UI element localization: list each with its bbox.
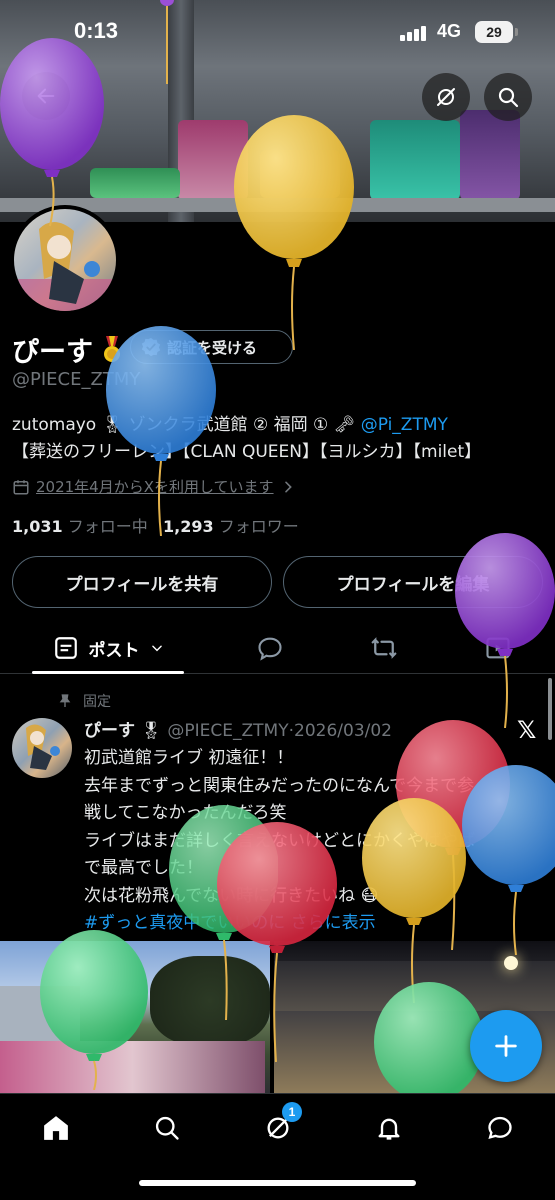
joined-text: 2021年4月からXを利用しています	[36, 478, 274, 496]
home-indicator	[139, 1180, 416, 1186]
photo-truck	[0, 1041, 265, 1093]
search-button[interactable]	[484, 73, 532, 121]
banner-figure	[90, 168, 180, 198]
pinned-indicator: 固定	[57, 691, 111, 711]
post-line: 去年までずっと関東住みだったのになんで今まで参	[84, 775, 475, 796]
post-author-name[interactable]: ぴーす	[84, 721, 135, 741]
battery-cap	[515, 28, 518, 36]
bell-icon	[378, 1118, 400, 1140]
post-line: で最高でした！	[84, 858, 203, 878]
follow-stats: 1,031 フォロー中 1,293 フォロワー	[12, 513, 299, 537]
profile-avatar[interactable]	[10, 205, 120, 315]
reply-icon	[258, 637, 282, 661]
profile-handle: @PIECE_ZTMY	[12, 369, 141, 390]
tab-posts[interactable]: ポスト	[32, 622, 184, 674]
status-bar: 0:13 4G 29	[0, 0, 555, 66]
followers-count: 1,293	[162, 517, 214, 536]
display-name: ぴーす	[12, 337, 93, 368]
media-icon	[486, 637, 510, 659]
post-avatar[interactable]	[12, 718, 72, 778]
post-author-handle[interactable]: @PIECE_ZTMY	[167, 721, 288, 741]
photo-building	[0, 986, 80, 1046]
message-icon	[488, 1116, 512, 1140]
calendar-icon	[13, 479, 29, 494]
scrollbar[interactable]	[548, 678, 552, 740]
tab-active-indicator	[32, 671, 184, 674]
get-verified-button[interactable]: 認証を受ける	[130, 330, 293, 364]
photo-tree	[150, 956, 270, 1046]
tab-media[interactable]	[468, 622, 528, 674]
profile-tabs: ポスト	[0, 622, 555, 674]
joined-date[interactable]: 2021年4月からXを利用しています	[12, 476, 296, 497]
nav-home[interactable]	[36, 1108, 76, 1148]
post-hashtag[interactable]: #ずっと真夜中でいいのに	[84, 913, 285, 933]
search-icon	[155, 1116, 179, 1140]
followers-link[interactable]: 1,293 フォロワー	[163, 517, 299, 536]
photo-light	[504, 956, 518, 970]
key-icon: 🗝	[328, 415, 361, 435]
home-icon	[44, 1116, 68, 1140]
medal-icon	[104, 336, 120, 362]
banner-figure	[260, 150, 340, 198]
plus-icon	[495, 1035, 517, 1057]
bio-text: zutomayo	[12, 415, 102, 435]
following-count: 1,031	[12, 517, 63, 536]
medal-icon: 🎖	[140, 721, 162, 741]
nav-messages[interactable]	[480, 1108, 520, 1148]
status-time: 0:13	[74, 18, 119, 43]
banner-figure	[178, 120, 248, 200]
verified-icon	[141, 337, 161, 357]
x-logo-icon: 𝕏	[517, 716, 537, 744]
back-button[interactable]	[22, 72, 70, 120]
post-photo-1[interactable]	[0, 941, 270, 1093]
battery-icon: 29	[475, 21, 513, 43]
post-date[interactable]: 2026/03/02	[294, 721, 392, 741]
nav-notifications[interactable]	[369, 1108, 409, 1148]
hide-icon	[437, 88, 455, 106]
medal-icon: 🎖	[101, 415, 124, 435]
post-header: ぴーす 🎖 @PIECE_ZTMY·2026/03/02	[84, 716, 392, 741]
sneeze-emoji-icon: 😷	[360, 885, 379, 906]
search-icon	[498, 87, 519, 108]
post-line: 初武道館ライブ 初遠征！！	[84, 748, 294, 768]
post-line: ライブはまだ詳しく言えないけどとにかくやばやば	[84, 830, 475, 851]
tab-reposts[interactable]	[354, 622, 414, 674]
network-type: 4G	[437, 21, 462, 41]
compose-button[interactable]	[470, 1010, 542, 1082]
post-avatar-illustration	[26, 724, 60, 770]
banner-figure	[460, 110, 520, 200]
repost-icon	[371, 637, 397, 659]
nav-grok[interactable]: 1	[258, 1102, 302, 1148]
post-line: 戦してこなかったんだろ笑	[84, 803, 287, 823]
following-link[interactable]: 1,031 フォロー中	[12, 517, 148, 536]
posts-icon	[54, 637, 77, 659]
back-arrow-icon	[37, 88, 55, 104]
bio-line-2: 【葬送のフリーレン】【CLAN QUEEN】【ヨルシカ】【milet】	[12, 442, 482, 462]
edit-profile-button[interactable]: プロフィールを編集	[283, 556, 543, 608]
post-line: 次は花粉飛んでない時に行きたいね 😷	[84, 885, 379, 906]
nav-search[interactable]	[147, 1108, 187, 1148]
tab-posts-label: ポスト	[88, 640, 140, 661]
chevron-right-icon	[284, 481, 292, 492]
following-label: フォロー中	[67, 517, 148, 536]
post-body[interactable]: 初武道館ライブ 初遠征！！ 去年までずっと関東住みだったのになんで今まで参 戦し…	[84, 745, 544, 938]
tab-replies[interactable]	[240, 622, 300, 674]
notification-badge: 1	[282, 1102, 302, 1122]
share-profile-button[interactable]: プロフィールを共有	[12, 556, 272, 608]
avatar-illustration	[14, 221, 116, 311]
pin-icon	[59, 694, 71, 707]
banner-figure	[370, 120, 460, 200]
profile-bio: zutomayo 🎖 ゾンクラ武道館 ② 福岡 ① 🗝 @Pi_ZTMY 【葬送…	[12, 412, 552, 466]
pinned-label: 固定	[83, 694, 111, 710]
signal-icon	[400, 25, 430, 41]
post-line: #ずっと真夜中でいいのに さらに表示	[84, 910, 544, 938]
bio-link-account[interactable]: @Pi_ZTMY	[361, 415, 448, 435]
chevron-down-icon	[151, 645, 162, 652]
bio-line-1: zutomayo 🎖 ゾンクラ武道館 ② 福岡 ① 🗝 @Pi_ZTMY	[12, 412, 552, 439]
bio-text: ゾンクラ武道館 ② 福岡 ①	[123, 415, 329, 435]
followers-label: フォロワー	[218, 517, 299, 536]
hide-balloons-button[interactable]	[422, 73, 470, 121]
show-more-link[interactable]: さらに表示	[291, 913, 376, 933]
get-verified-label: 認証を受ける	[167, 338, 258, 357]
